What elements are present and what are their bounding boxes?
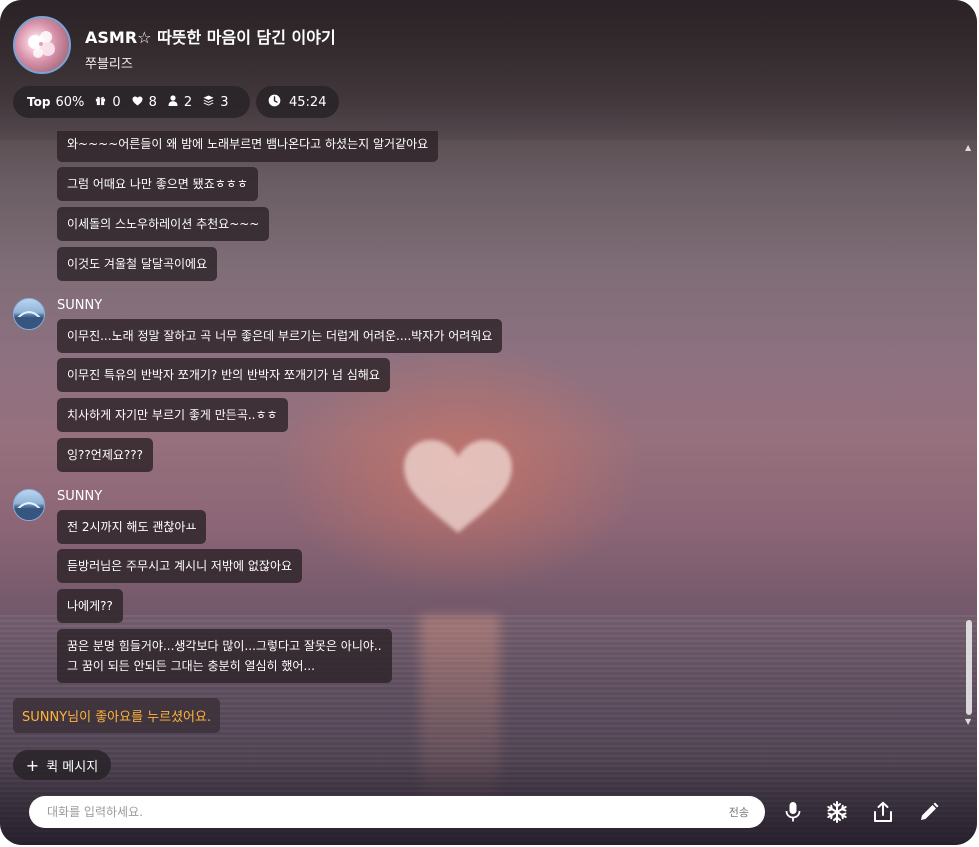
heart-icon [132, 95, 143, 109]
gift-stat: 0 [95, 94, 121, 110]
timer-value: 45:24 [289, 94, 327, 110]
sender-name[interactable]: SUNNY [57, 298, 102, 313]
clock-icon [268, 94, 281, 111]
send-button[interactable]: 전송 [729, 804, 749, 820]
gift-icon [95, 95, 106, 109]
rank-value: 60% [55, 94, 85, 110]
chat-input[interactable] [45, 804, 729, 820]
chat-message: 전 2시까지 해도 괜찮아ㅛ [57, 510, 207, 544]
chat-message-line: 꿈은 분명 힘들거야...생각보다 많이...그렇다고 잘못은 아니야.. [67, 639, 382, 653]
heart-cloud-background [404, 440, 512, 533]
plus-icon: + [25, 755, 40, 775]
chat-input-bar[interactable]: 전송 [29, 796, 765, 828]
header-shade [0, 0, 977, 140]
chat-message-multiline: 꿈은 분명 힘들거야...생각보다 많이...그렇다고 잘못은 아니야.. 그 … [57, 629, 392, 683]
listener-count: 2 [183, 94, 193, 110]
chat-message: 이무진...노래 정말 잘하고 곡 너무 좋은데 부르기는 더럽게 어려운...… [57, 319, 503, 353]
chat-message-line: 그 꿈이 되든 안되든 그대는 충분히 열심히 했어... [67, 659, 315, 673]
person-icon [168, 95, 178, 109]
scroll-up-arrow-icon[interactable]: ▲ [965, 143, 971, 152]
live-room-screen: ASMR☆ 따뜻한 마음이 담긴 이야기 쭈블리즈 Top 60% 0 8 2 [0, 0, 977, 845]
broadcast-timer: 45:24 [256, 86, 339, 118]
like-notice: SUNNY님이 좋아요를 누르셨어요. [13, 698, 220, 733]
sender-name[interactable]: SUNNY [57, 489, 102, 504]
host-avatar[interactable] [13, 16, 71, 74]
host-name[interactable]: 쭈블리즈 [85, 53, 133, 72]
layer-stat: 3 [203, 95, 228, 110]
chat-message: 이것도 겨울철 달달곡이에요 [57, 247, 218, 281]
chat-message: 그럼 어때요 나만 좋으면 됐죠ㅎㅎㅎ [57, 167, 258, 201]
chat-message: 치사하게 자기만 부르기 좋게 만든곡..ㅎㅎ [57, 398, 288, 432]
scroll-down-arrow-icon[interactable]: ▼ [965, 717, 971, 726]
like-stat: 8 [132, 95, 157, 110]
microphone-icon[interactable] [781, 800, 805, 824]
rank-label: Top [27, 95, 51, 109]
listener-stat: 2 [168, 95, 192, 110]
like-count: 8 [148, 94, 157, 110]
room-title: ASMR☆ 따뜻한 마음이 담긴 이야기 [85, 28, 336, 47]
chat-message: 듣방러님은 주무시고 계시니 저밖에 없잖아요 [57, 549, 303, 583]
quick-message-button[interactable]: + 퀵 메시지 [13, 750, 111, 780]
room-stats-bar[interactable]: Top 60% 0 8 2 3 [13, 86, 250, 118]
quick-message-label: 퀵 메시지 [46, 759, 99, 775]
user-avatar[interactable] [13, 298, 45, 330]
layers-icon [203, 95, 214, 109]
chat-message: 이무진 특유의 반박자 쪼개기? 반의 반박자 쪼개기가 넘 심해요 [57, 358, 390, 392]
snowflake-icon[interactable] [825, 800, 849, 824]
chat-message: 와~~~~어른들이 왜 밤에 노래부르면 뱀나온다고 하셨는지 알거같아요 [57, 131, 439, 162]
chat-message: 잉??언제요??? [57, 438, 154, 472]
share-icon[interactable] [871, 800, 895, 824]
chat-message: 나에게?? [57, 589, 123, 623]
user-avatar[interactable] [13, 489, 45, 521]
gift-count: 0 [112, 94, 121, 110]
layer-count: 3 [220, 94, 229, 110]
pencil-icon[interactable] [917, 800, 941, 824]
scrollbar-thumb[interactable] [966, 620, 972, 715]
chat-message: 이세돌의 스노우하레이션 추천요~~~ [57, 207, 270, 241]
rank-stat: Top 60% [27, 95, 84, 110]
